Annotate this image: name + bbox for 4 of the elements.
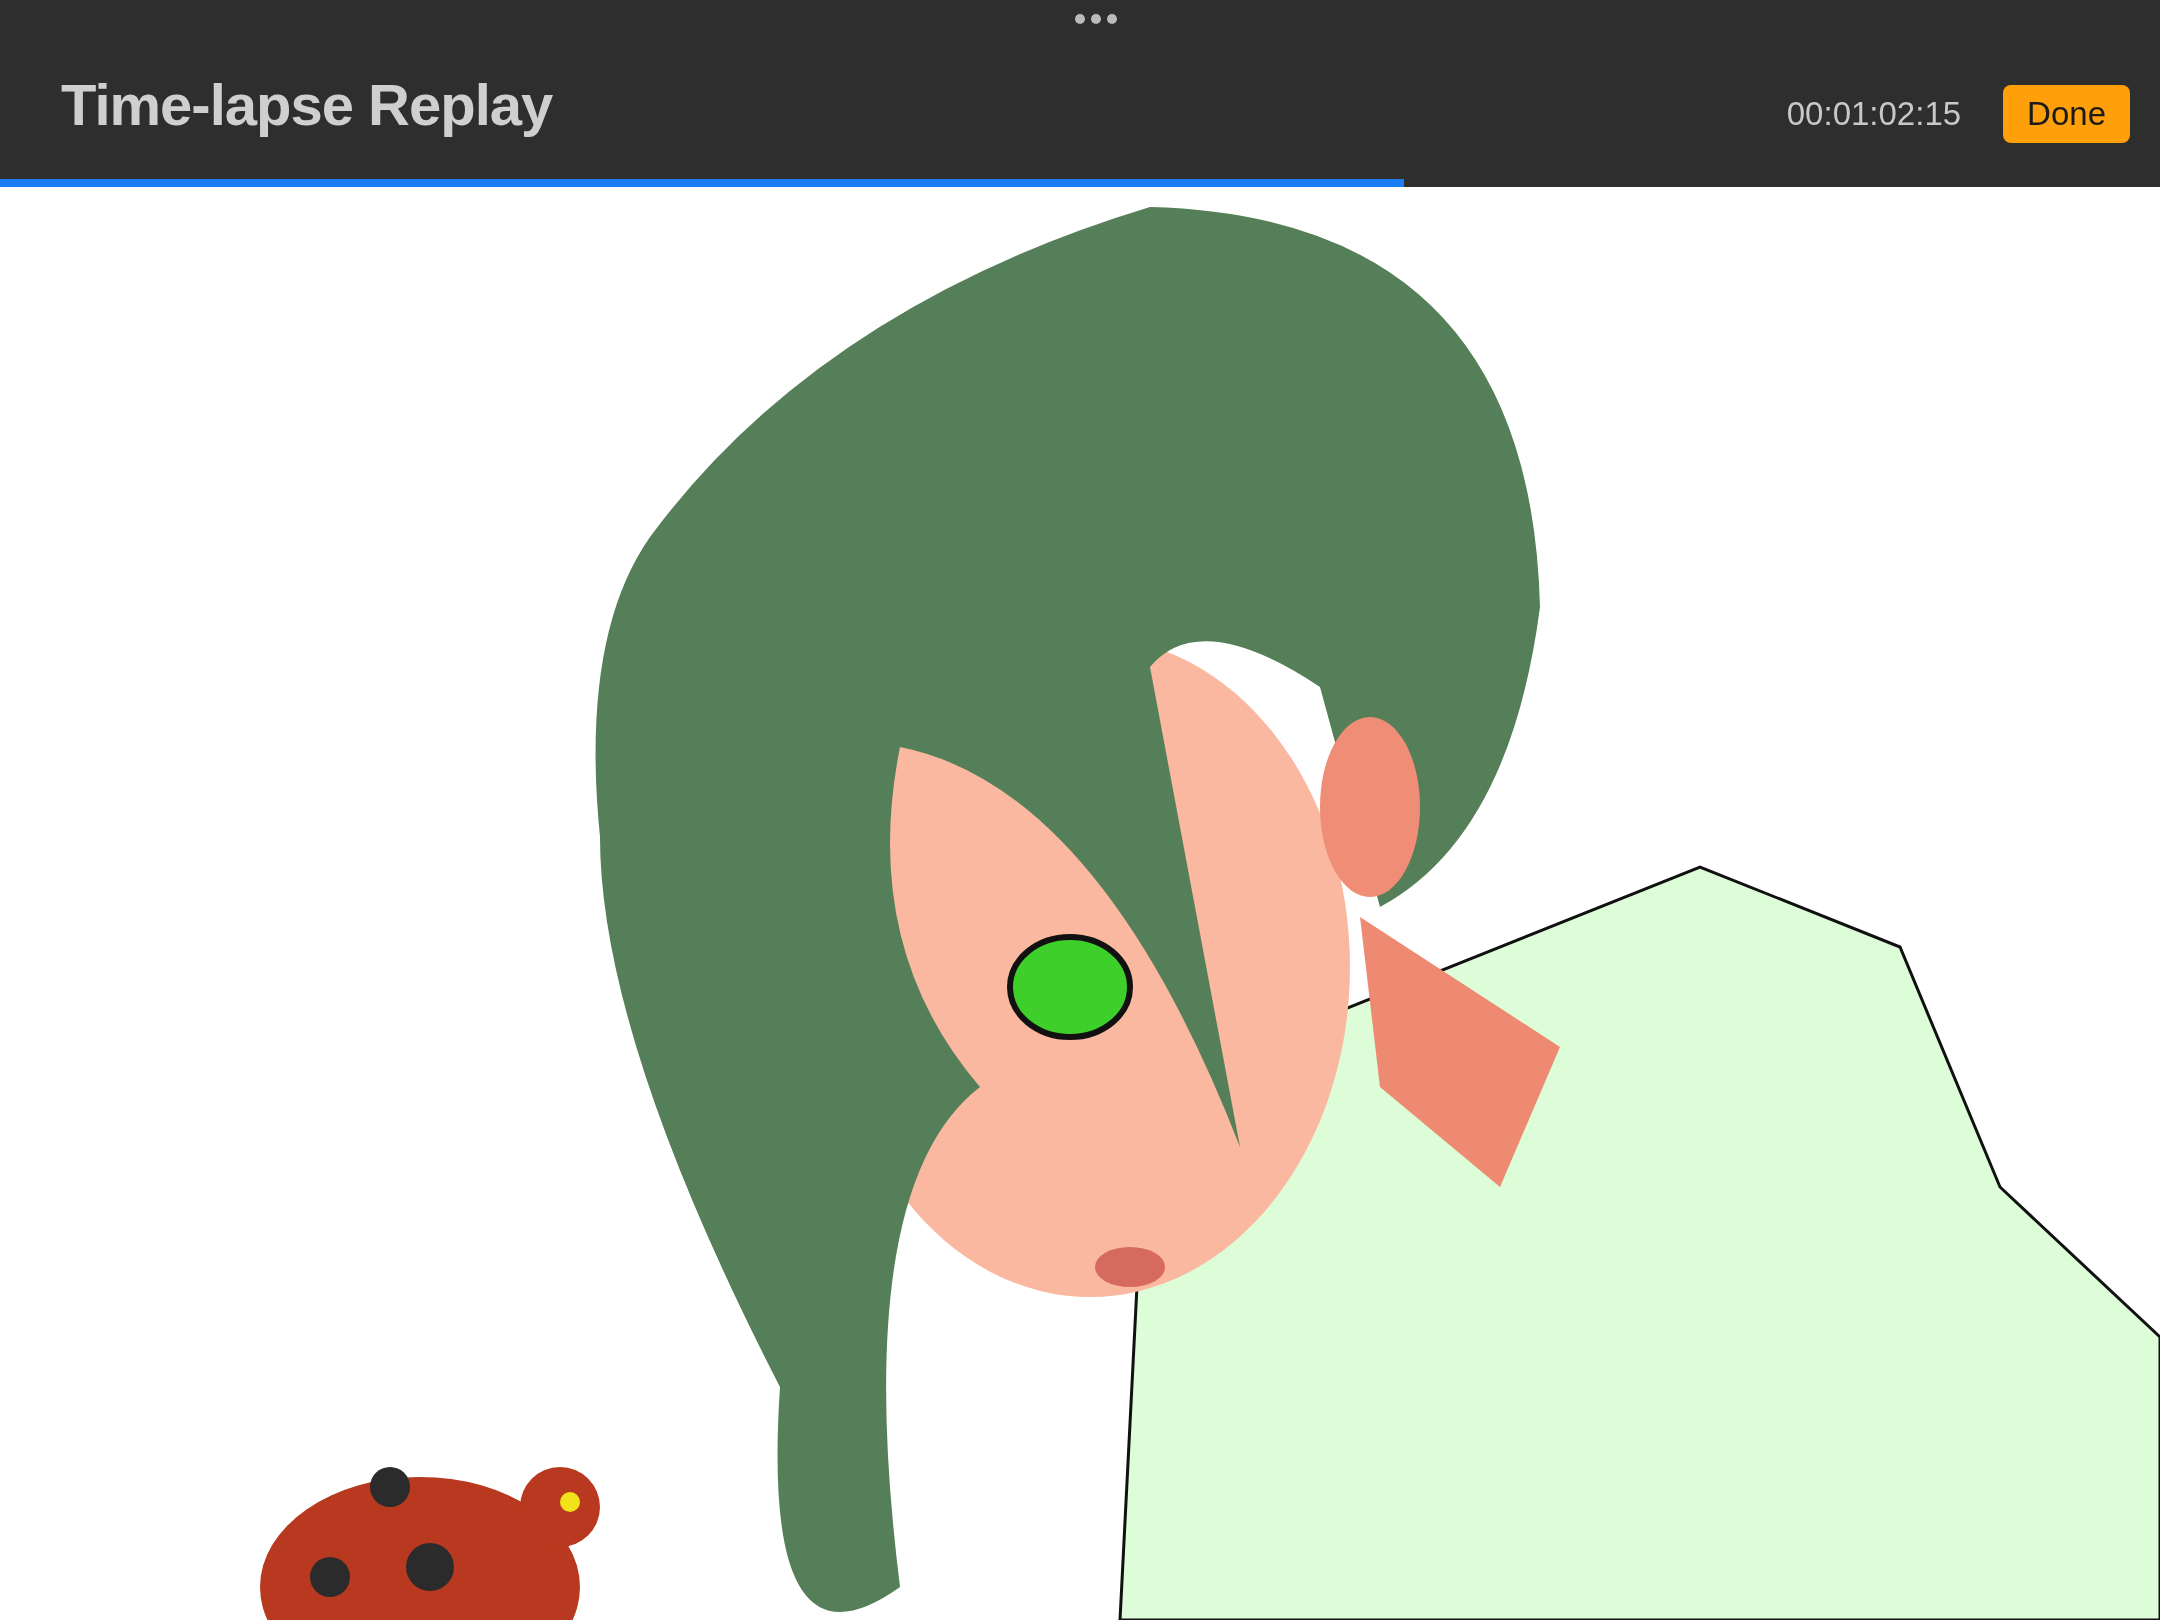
timecode: 00:01:02:15 [1786,94,1962,133]
title: Time-lapse Replay [61,71,553,138]
more-icon[interactable] [1073,13,1118,25]
done-button[interactable]: Done [2003,84,2130,143]
